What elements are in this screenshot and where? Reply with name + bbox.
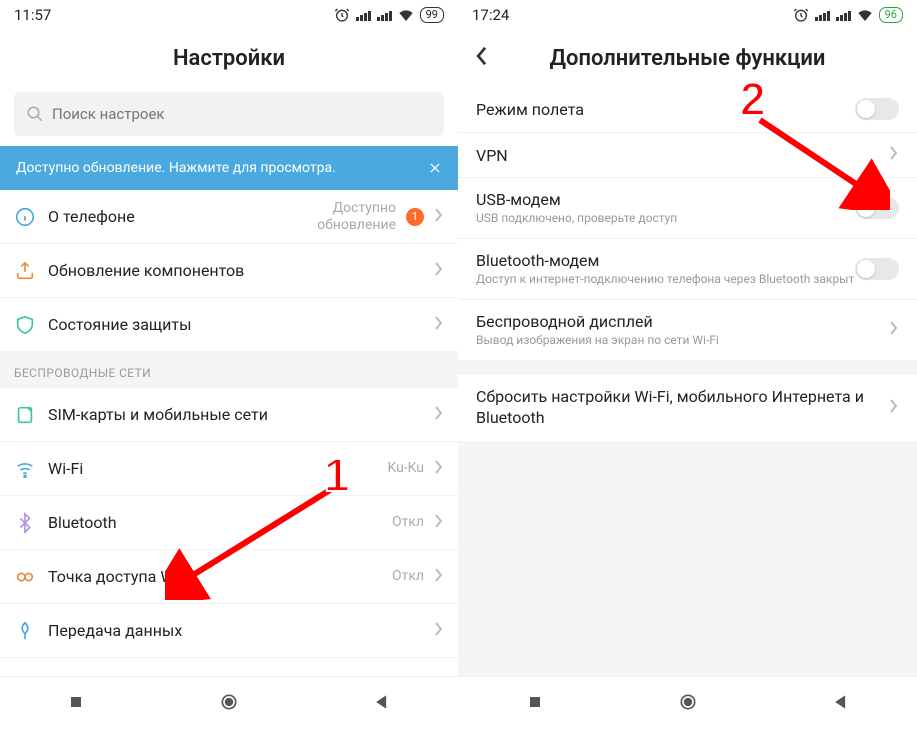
nav-home[interactable]	[678, 692, 698, 716]
status-indicators: 99	[334, 7, 444, 23]
row-sub: Вывод изображения на экран по сети Wi-Fi	[476, 333, 889, 348]
banner-text: Доступно обновление. Нажмите для просмот…	[16, 160, 336, 176]
annotation-arrow-2	[750, 110, 890, 210]
chevron-right-icon	[434, 405, 444, 425]
row-bluetooth-tether[interactable]: Bluetooth-модем Доступ к интернет-подклю…	[458, 239, 917, 300]
phone-left: 11:57 99 Настройки Доступно обновление. …	[0, 0, 458, 730]
settings-list: О телефоне Доступно обновление 1 Обновле…	[0, 190, 458, 730]
alarm-icon	[793, 7, 809, 23]
nav-bar	[458, 676, 917, 730]
chevron-right-icon	[889, 145, 899, 165]
row-label: Bluetooth-модем	[476, 251, 855, 270]
search-box[interactable]	[14, 92, 444, 136]
hotspot-icon	[14, 566, 48, 588]
page-title: Дополнительные функции	[550, 46, 826, 71]
info-icon	[14, 206, 48, 228]
row-component-updates[interactable]: Обновление компонентов	[0, 244, 458, 298]
chevron-right-icon	[434, 315, 444, 335]
nav-back[interactable]	[372, 692, 392, 716]
annotation-marker-2: 2	[740, 72, 766, 126]
wifi-icon	[398, 8, 414, 22]
chevron-right-icon	[889, 398, 899, 418]
status-time: 11:57	[14, 6, 51, 24]
update-badge: 1	[406, 208, 424, 226]
back-button[interactable]	[474, 45, 488, 71]
row-label: Сбросить настройки Wi-Fi, мобильного Инт…	[476, 387, 889, 429]
page-title: Настройки	[173, 46, 285, 71]
signal-icon	[356, 9, 371, 21]
close-icon[interactable]	[428, 161, 442, 175]
chevron-right-icon	[889, 320, 899, 340]
chevron-right-icon	[434, 207, 444, 227]
row-label: Беспроводной дисплей	[476, 312, 889, 331]
shield-icon	[14, 314, 48, 336]
wifi-icon	[857, 8, 873, 22]
status-indicators: 96	[793, 7, 903, 23]
row-security-status[interactable]: Состояние защиты	[0, 298, 458, 352]
bluetooth-icon	[14, 512, 48, 534]
annotation-marker-1: 1	[324, 448, 350, 502]
nav-back[interactable]	[831, 692, 851, 716]
row-label: Передача данных	[48, 621, 426, 640]
search-icon	[26, 105, 44, 123]
row-label: Обновление компонентов	[48, 261, 426, 280]
update-banner[interactable]: Доступно обновление. Нажмите для просмот…	[0, 146, 458, 190]
chevron-right-icon	[434, 513, 444, 533]
upload-icon	[14, 260, 48, 282]
row-label: Состояние защиты	[48, 315, 426, 334]
row-value: Откл	[392, 514, 424, 530]
row-value: Ku-Ku	[387, 460, 424, 476]
row-sub: USB подключено, проверьте доступ	[476, 211, 855, 226]
nav-home[interactable]	[219, 692, 239, 716]
annotation-arrow-1	[165, 480, 345, 600]
row-label: О телефоне	[48, 207, 298, 226]
nav-recents[interactable]	[525, 692, 545, 716]
battery-indicator: 99	[420, 7, 444, 23]
section-gap	[458, 361, 917, 375]
title-bar: Настройки	[0, 30, 458, 86]
row-value: Откл	[392, 568, 424, 584]
row-sim-cards[interactable]: SIM-карты и мобильные сети	[0, 388, 458, 442]
status-time: 17:24	[472, 6, 509, 24]
section-header-wireless: БЕСПРОВОДНЫЕ СЕТИ	[0, 352, 458, 388]
signal-icon	[815, 9, 830, 21]
status-bar: 17:24 96	[458, 0, 917, 30]
chevron-right-icon	[434, 261, 444, 281]
row-data-usage[interactable]: Передача данных	[0, 604, 458, 658]
signal-icon-2	[377, 9, 392, 21]
row-value: Доступно обновление	[306, 200, 396, 232]
row-about-phone[interactable]: О телефоне Доступно обновление 1	[0, 190, 458, 244]
row-label: SIM-карты и мобильные сети	[48, 405, 426, 424]
nav-recents[interactable]	[66, 692, 86, 716]
row-reset-network[interactable]: Сбросить настройки Wi-Fi, мобильного Инт…	[458, 375, 917, 441]
row-sub: Доступ к интернет-подключению телефона ч…	[476, 272, 855, 287]
signal-icon-2	[836, 9, 851, 21]
wifi-icon	[14, 458, 48, 480]
search-input[interactable]	[52, 105, 432, 123]
title-bar: Дополнительные функции	[458, 30, 917, 86]
nav-bar	[0, 676, 458, 730]
battery-indicator: 96	[879, 7, 903, 23]
chevron-right-icon	[434, 567, 444, 587]
chevron-right-icon	[434, 621, 444, 641]
status-bar: 11:57 99	[0, 0, 458, 30]
sim-icon	[14, 404, 48, 426]
row-wireless-display[interactable]: Беспроводной дисплей Вывод изображения н…	[458, 300, 917, 361]
toggle-bt-tether[interactable]	[855, 258, 899, 280]
data-icon	[14, 620, 48, 642]
chevron-right-icon	[434, 459, 444, 479]
alarm-icon	[334, 7, 350, 23]
